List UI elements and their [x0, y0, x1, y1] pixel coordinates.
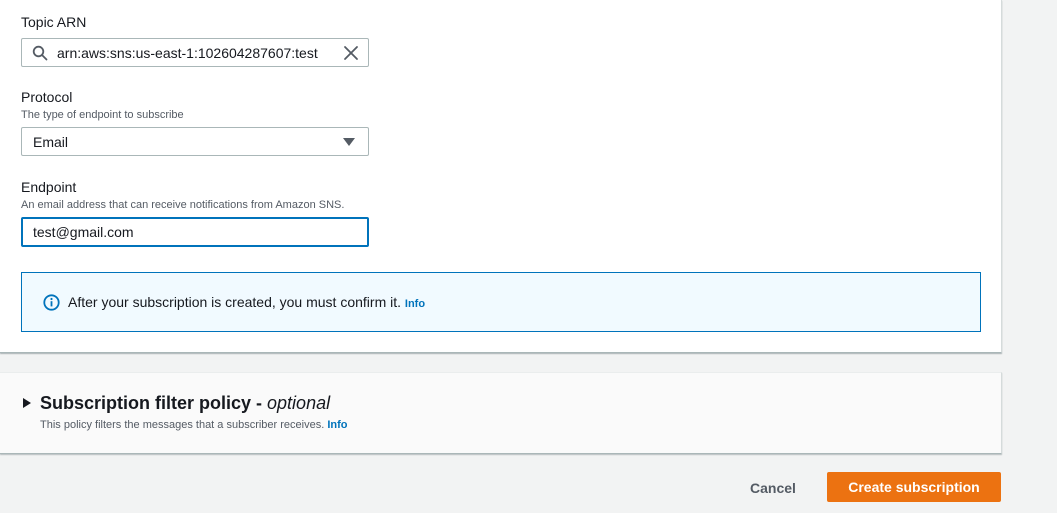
endpoint-input[interactable]: test@gmail.com — [21, 217, 369, 247]
caret-right-icon[interactable] — [23, 398, 31, 408]
filter-policy-title[interactable]: Subscription filter policy - optional — [40, 393, 330, 414]
filter-policy-description-row: This policy filters the messages that a … — [40, 419, 348, 431]
filter-policy-title-text: Subscription filter policy - — [40, 393, 268, 413]
create-subscription-page: Topic ARN arn:aws:sns:us-east-1:10260428… — [0, 0, 1057, 513]
endpoint-label: Endpoint — [21, 179, 77, 195]
confirmation-alert: After your subscription is created, you … — [21, 272, 981, 332]
protocol-select[interactable]: Email — [21, 127, 369, 156]
alert-message: After your subscription is created, you … — [68, 294, 425, 310]
topic-arn-label: Topic ARN — [21, 14, 87, 30]
create-subscription-button[interactable]: Create subscription — [827, 472, 1001, 502]
alert-text: After your subscription is created, you … — [68, 294, 402, 310]
caret-down-icon — [343, 138, 355, 146]
close-icon[interactable] — [342, 44, 360, 62]
topic-arn-input[interactable]: arn:aws:sns:us-east-1:102604287607:test — [21, 38, 369, 67]
protocol-selected-value: Email — [33, 134, 69, 150]
filter-policy-description: This policy filters the messages that a … — [40, 419, 325, 431]
endpoint-value: test@gmail.com — [33, 224, 134, 240]
protocol-label: Protocol — [21, 89, 73, 105]
cancel-button[interactable]: Cancel — [735, 473, 811, 502]
info-icon — [43, 294, 60, 311]
topic-arn-value: arn:aws:sns:us-east-1:102604287607:test — [57, 45, 318, 61]
alert-info-link[interactable]: Info — [405, 298, 425, 310]
protocol-description: The type of endpoint to subscribe — [21, 109, 184, 121]
search-icon — [32, 45, 48, 61]
filter-policy-info-link[interactable]: Info — [327, 419, 347, 431]
filter-policy-panel: Subscription filter policy - optional Th… — [0, 372, 1002, 454]
endpoint-description: An email address that can receive notifi… — [21, 199, 345, 211]
filter-policy-optional-label: optional — [267, 393, 331, 413]
details-panel: Topic ARN arn:aws:sns:us-east-1:10260428… — [0, 0, 1002, 353]
